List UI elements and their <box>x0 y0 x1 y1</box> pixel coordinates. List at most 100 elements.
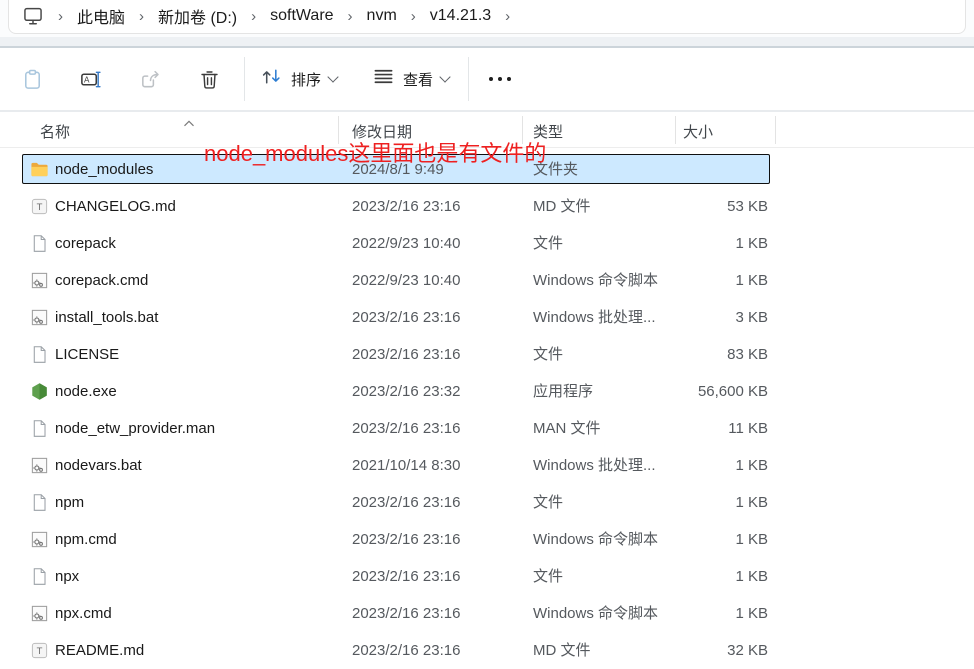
chevron-down-icon <box>439 71 450 82</box>
address-bar-zone: ›此电脑›新加卷 (D:)›softWare›nvm›v14.21.3› <box>0 0 974 37</box>
file-date-modified: 2023/2/16 23:32 <box>352 373 460 410</box>
file-name: install_tools.bat <box>55 299 158 336</box>
sort-button[interactable]: 排序 <box>256 59 343 99</box>
more-options-button[interactable] <box>480 59 520 99</box>
file-row[interactable]: corepack 2022/9/23 10:40 文件 1 KB <box>22 225 770 262</box>
annotation-text: node_modules这里面也是有文件的 <box>204 136 546 168</box>
file-row[interactable]: npm 2023/2/16 23:16 文件 1 KB <box>22 484 770 521</box>
breadcrumb-item[interactable]: 此电脑 <box>71 4 131 28</box>
file-row[interactable]: npm.cmd 2023/2/16 23:16 Windows 命令脚本 1 K… <box>22 521 770 558</box>
column-divider[interactable] <box>775 116 776 144</box>
file-name: README.md <box>55 632 144 669</box>
chevron-right-icon: › <box>243 8 264 25</box>
breadcrumb-item[interactable]: softWare <box>264 7 339 25</box>
file-row[interactable]: LICENSE 2023/2/16 23:16 文件 83 KB <box>22 336 770 373</box>
breadcrumb-item[interactable]: nvm <box>361 7 403 25</box>
file-date-modified: 2022/9/23 10:40 <box>352 225 460 262</box>
this-pc-icon[interactable] <box>14 5 50 27</box>
script-file-icon <box>30 271 49 290</box>
chevron-right-icon: › <box>497 8 518 25</box>
svg-text:T: T <box>37 202 43 213</box>
md-file-icon: T <box>30 197 49 216</box>
file-date-modified: 2023/2/16 23:16 <box>352 410 460 447</box>
file-size: 53 KB <box>582 188 768 225</box>
toolbar-divider <box>468 57 469 101</box>
file-type: 文件 <box>533 558 563 595</box>
file-size: 1 KB <box>582 595 768 632</box>
file-name: LICENSE <box>55 336 119 373</box>
file-row[interactable]: T README.md 2023/2/16 23:16 MD 文件 32 KB <box>22 632 770 669</box>
file-row[interactable]: node_etw_provider.man 2023/2/16 23:16 MA… <box>22 410 770 447</box>
file-name: npx <box>55 558 79 595</box>
chevron-right-icon: › <box>403 8 424 25</box>
file-type: 文件 <box>533 336 563 373</box>
file-date-modified: 2023/2/16 23:16 <box>352 558 460 595</box>
script-file-icon <box>30 604 49 623</box>
file-date-modified: 2023/2/16 23:16 <box>352 595 460 632</box>
file-name: node_etw_provider.man <box>55 410 215 447</box>
paste-button[interactable] <box>12 59 52 99</box>
plain-file-icon <box>30 419 49 438</box>
file-date-modified: 2023/2/16 23:16 <box>352 336 460 373</box>
sort-ascending-icon <box>183 114 195 132</box>
view-button[interactable]: 查看 <box>368 59 455 99</box>
file-name: npx.cmd <box>55 595 112 632</box>
column-divider[interactable] <box>675 116 676 144</box>
file-date-modified: 2022/9/23 10:40 <box>352 262 460 299</box>
file-size <box>582 151 768 188</box>
file-size: 83 KB <box>582 336 768 373</box>
file-type: 文件 <box>533 484 563 521</box>
column-header-size[interactable]: 大小 <box>683 121 713 142</box>
file-name: nodevars.bat <box>55 447 142 484</box>
ellipsis-icon <box>489 77 511 81</box>
md-file-icon: T <box>30 641 49 660</box>
svg-text:A: A <box>83 75 89 84</box>
file-row[interactable]: npx 2023/2/16 23:16 文件 1 KB <box>22 558 770 595</box>
file-date-modified: 2023/2/16 23:16 <box>352 521 460 558</box>
chevron-down-icon <box>327 71 338 82</box>
view-label: 查看 <box>403 69 433 90</box>
file-row[interactable]: npx.cmd 2023/2/16 23:16 Windows 命令脚本 1 K… <box>22 595 770 632</box>
script-file-icon <box>30 530 49 549</box>
rename-button[interactable]: A <box>70 59 110 99</box>
chevron-right-icon: › <box>131 8 152 25</box>
breadcrumb-item[interactable]: 新加卷 (D:) <box>152 4 243 28</box>
chevron-right-icon: › <box>340 8 361 25</box>
file-size: 11 KB <box>582 410 768 447</box>
file-size: 3 KB <box>582 299 768 336</box>
file-size: 1 KB <box>582 521 768 558</box>
column-header-name[interactable]: 名称 <box>40 121 70 142</box>
file-explorer-window: { "breadcrumb": { "items": ["此电脑", "新加卷 … <box>0 0 974 669</box>
file-row[interactable]: nodevars.bat 2021/10/14 8:30 Windows 批处理… <box>22 447 770 484</box>
plain-file-icon <box>30 493 49 512</box>
delete-button[interactable] <box>189 59 229 99</box>
file-name: node.exe <box>55 373 117 410</box>
file-row[interactable]: corepack.cmd 2022/9/23 10:40 Windows 命令脚… <box>22 262 770 299</box>
script-file-icon <box>30 456 49 475</box>
file-name: corepack.cmd <box>55 262 148 299</box>
toolbar-divider <box>244 57 245 101</box>
file-row[interactable]: node.exe 2023/2/16 23:32 应用程序 56,600 KB <box>22 373 770 410</box>
script-file-icon <box>30 308 49 327</box>
folder-icon <box>30 160 49 179</box>
file-size: 32 KB <box>582 632 768 669</box>
file-size: 1 KB <box>582 225 768 262</box>
share-button[interactable] <box>130 59 170 99</box>
file-name: corepack <box>55 225 116 262</box>
file-row[interactable]: install_tools.bat 2023/2/16 23:16 Window… <box>22 299 770 336</box>
file-date-modified: 2023/2/16 23:16 <box>352 484 460 521</box>
command-toolbar: A 排序 查看 <box>0 48 974 112</box>
plain-file-icon <box>30 567 49 586</box>
file-type: 文件 <box>533 225 563 262</box>
file-size: 1 KB <box>582 558 768 595</box>
file-name: npm <box>55 484 84 521</box>
file-date-modified: 2023/2/16 23:16 <box>352 188 460 225</box>
breadcrumb: ›此电脑›新加卷 (D:)›softWare›nvm›v14.21.3› <box>14 0 518 32</box>
file-name: node_modules <box>55 151 153 188</box>
breadcrumb-item[interactable]: v14.21.3 <box>424 7 497 25</box>
file-row[interactable]: T CHANGELOG.md 2023/2/16 23:16 MD 文件 53 … <box>22 188 770 225</box>
file-size: 56,600 KB <box>582 373 768 410</box>
file-name: npm.cmd <box>55 521 117 558</box>
plain-file-icon <box>30 345 49 364</box>
file-size: 1 KB <box>582 484 768 521</box>
